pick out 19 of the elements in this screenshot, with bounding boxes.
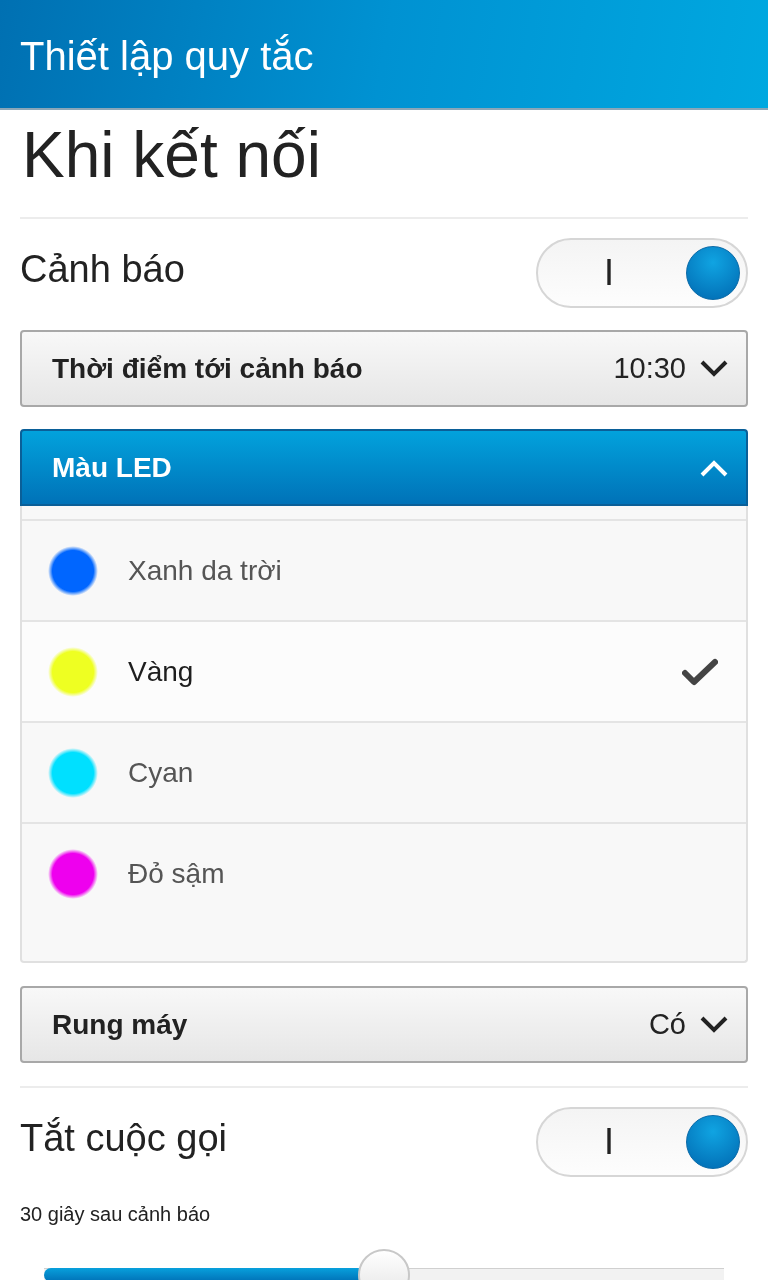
toggle-switch[interactable]: I xyxy=(536,238,748,308)
setting-label: Cảnh báo xyxy=(20,247,185,292)
setting-label: Tắt cuộc gọi xyxy=(20,1116,227,1161)
screen-title: Thiết lập quy tắc xyxy=(20,33,314,80)
list-option[interactable]: Vàng xyxy=(22,620,746,721)
dropdown-button[interactable]: Màu LED xyxy=(20,429,748,506)
dropdown-value: 10:30 xyxy=(613,352,686,385)
chevron-down-icon xyxy=(700,1015,728,1034)
slider-caption: 30 giây sau cảnh báo xyxy=(20,1202,211,1227)
chevron-down-icon xyxy=(700,359,728,378)
dropdown-button[interactable]: Thời điểm tới cảnh báo 10:30 xyxy=(20,330,748,407)
page-heading: Khi kết nối xyxy=(22,118,321,193)
dropdown-button[interactable]: Rung máy Có xyxy=(20,986,748,1063)
toggle-switch[interactable]: I xyxy=(536,1107,748,1177)
dropdown-value: Có xyxy=(648,1008,686,1041)
switch-knob xyxy=(686,1115,740,1169)
chevron-up-icon xyxy=(700,458,728,477)
checkmark-icon xyxy=(682,657,718,686)
switch-knob xyxy=(686,246,740,300)
